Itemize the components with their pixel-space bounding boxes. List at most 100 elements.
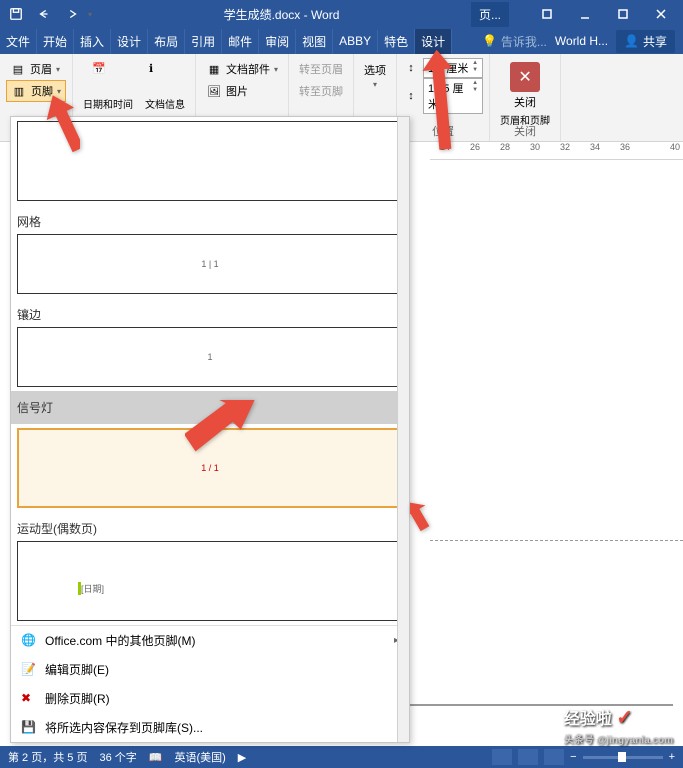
print-layout-button[interactable] — [518, 749, 538, 765]
watermark-main: 经验啦 — [564, 711, 612, 728]
context-tab-header[interactable]: 页... — [471, 2, 509, 27]
date-time-button[interactable]: 📅 日期和时间 — [79, 58, 137, 115]
delete-footer[interactable]: ✖ 删除页脚(R) — [11, 684, 409, 713]
footer-icon: ▥ — [11, 83, 27, 99]
minimize-button[interactable] — [567, 2, 603, 26]
statusbar: 第 2 页，共 5 页 36 个字 📖 英语(美国) ▶ − + — [0, 746, 683, 768]
tab-layout[interactable]: 布局 — [148, 29, 185, 54]
chevron-down-icon: ▾ — [274, 65, 278, 74]
grid-content: 1 | 1 — [201, 259, 218, 269]
tab-file[interactable]: 文件 — [0, 29, 37, 54]
goto-header-label: 转至页眉 — [299, 61, 343, 77]
tab-references[interactable]: 引用 — [185, 29, 222, 54]
web-layout-button[interactable] — [544, 749, 564, 765]
lightbulb-icon: 💡 — [482, 34, 497, 48]
zoom-slider[interactable] — [583, 756, 663, 759]
account-name[interactable]: World H... — [555, 34, 608, 48]
tab-insert[interactable]: 插入 — [74, 29, 111, 54]
tab-view[interactable]: 视图 — [296, 29, 333, 54]
ruler-tick: 26 — [470, 142, 480, 152]
options-button[interactable]: 选项 ▾ — [360, 58, 390, 93]
tab-mail[interactable]: 邮件 — [222, 29, 259, 54]
redo-button[interactable] — [60, 2, 84, 26]
close-button[interactable] — [643, 2, 679, 26]
tab-design[interactable]: 设计 — [111, 29, 148, 54]
language[interactable]: 英语(美国) — [174, 749, 225, 765]
info-icon: ℹ — [149, 62, 181, 94]
tab-home[interactable]: 开始 — [37, 29, 74, 54]
save-gallery-label: 将所选内容保存到页脚库(S)... — [45, 719, 203, 736]
zoom-out-button[interactable]: − — [570, 751, 576, 763]
close-label1: 关闭 — [514, 94, 536, 110]
doc-info-label: 文档信息 — [145, 96, 185, 111]
watermark-sub: 头条号 @jingyanla.com — [564, 735, 673, 746]
checkmark-icon: ✓ — [616, 707, 633, 729]
header-label: 页眉 — [30, 61, 52, 77]
zoom-in-button[interactable]: + — [669, 751, 675, 763]
header-button[interactable]: ▤ 页眉 ▾ — [6, 58, 66, 80]
document-title: 学生成绩.docx - Word — [92, 6, 471, 23]
annotation-arrow-1 — [40, 95, 80, 160]
tab-review[interactable]: 审阅 — [259, 29, 296, 54]
goto-footer-label: 转至页脚 — [299, 83, 343, 99]
undo-button[interactable] — [32, 2, 56, 26]
picture-button[interactable]: 🖼 图片 — [202, 80, 282, 102]
tell-me-search[interactable]: 💡 告诉我... — [482, 33, 547, 50]
footer-preview-grid[interactable]: 1 | 1 — [17, 234, 403, 294]
spellcheck-icon[interactable]: 📖 — [149, 751, 163, 764]
dropdown-scrollbar[interactable] — [397, 117, 409, 742]
close-group-label: 关闭 — [490, 123, 560, 139]
share-button[interactable]: 👤 共享 — [616, 30, 675, 53]
ribbon-options-button[interactable] — [529, 2, 565, 26]
date-time-label: 日期和时间 — [83, 96, 133, 111]
group-close: ✕ 关闭 页眉和页脚 关闭 — [490, 54, 561, 141]
titlebar: ▾ 学生成绩.docx - Word 页... — [0, 0, 683, 28]
tab-special[interactable]: 特色 — [378, 29, 415, 54]
quick-access-toolbar: ▾ — [0, 2, 92, 26]
globe-icon: 🌐 — [21, 633, 37, 649]
border-content: 1 — [207, 352, 212, 362]
close-header-footer-button[interactable]: ✕ 关闭 页眉和页脚 — [496, 58, 554, 131]
delete-footer-label: 删除页脚(R) — [45, 690, 110, 707]
ruler[interactable]: 24 26 28 30 32 34 36 40 — [430, 142, 683, 160]
sport-content: [日期] — [78, 582, 104, 595]
options-label: 选项 — [364, 62, 386, 78]
tell-me-label: 告诉我... — [501, 33, 547, 50]
header-icon: ▤ — [10, 61, 26, 77]
save-to-gallery[interactable]: 💾 将所选内容保存到页脚库(S)... — [11, 713, 409, 742]
doc-parts-button[interactable]: ▦ 文档部件 ▾ — [202, 58, 282, 80]
annotation-arrow-3 — [185, 400, 265, 465]
share-label: 共享 — [643, 33, 667, 50]
delete-icon: ✖ — [21, 691, 37, 707]
calendar-icon: 📅 — [92, 62, 124, 94]
ruler-tick: 30 — [530, 142, 540, 152]
chevron-down-icon: ▾ — [373, 80, 377, 89]
save-gallery-icon: 💾 — [21, 720, 37, 736]
ruler-tick: 36 — [620, 142, 630, 152]
preview-label-border: 镶边 — [17, 302, 403, 327]
edit-footer[interactable]: 📝 编辑页脚(E) — [11, 655, 409, 684]
tab-abby[interactable]: ABBY — [333, 30, 378, 52]
footer-preview-sport[interactable]: [日期] — [17, 541, 403, 621]
footer-preview-border[interactable]: 1 — [17, 327, 403, 387]
doc-info-button[interactable]: ℹ 文档信息 — [141, 58, 189, 115]
doc-parts-label: 文档部件 — [226, 61, 270, 77]
annotation-arrow-4 — [410, 500, 440, 545]
goto-header-button: 转至页眉 — [295, 58, 347, 80]
parts-icon: ▦ — [206, 61, 222, 77]
save-button[interactable] — [4, 2, 28, 26]
maximize-button[interactable] — [605, 2, 641, 26]
view-controls: − + — [492, 749, 675, 765]
read-mode-button[interactable] — [492, 749, 512, 765]
office-more-footers[interactable]: 🌐 Office.com 中的其他页脚(M) ▸ — [11, 626, 409, 655]
picture-icon: 🖼 — [206, 83, 222, 99]
goto-footer-button: 转至页脚 — [295, 80, 347, 102]
page-count[interactable]: 第 2 页，共 5 页 — [8, 749, 87, 765]
ruler-tick: 32 — [560, 142, 570, 152]
word-count[interactable]: 36 个字 — [99, 749, 136, 765]
close-x-icon: ✕ — [510, 62, 540, 92]
ruler-tick: 28 — [500, 142, 510, 152]
preview-label-grid: 网格 — [17, 209, 403, 234]
macro-icon[interactable]: ▶ — [238, 751, 246, 764]
ribbon-tabs: 文件 开始 插入 设计 布局 引用 邮件 审阅 视图 ABBY 特色 设计 💡 … — [0, 28, 683, 54]
